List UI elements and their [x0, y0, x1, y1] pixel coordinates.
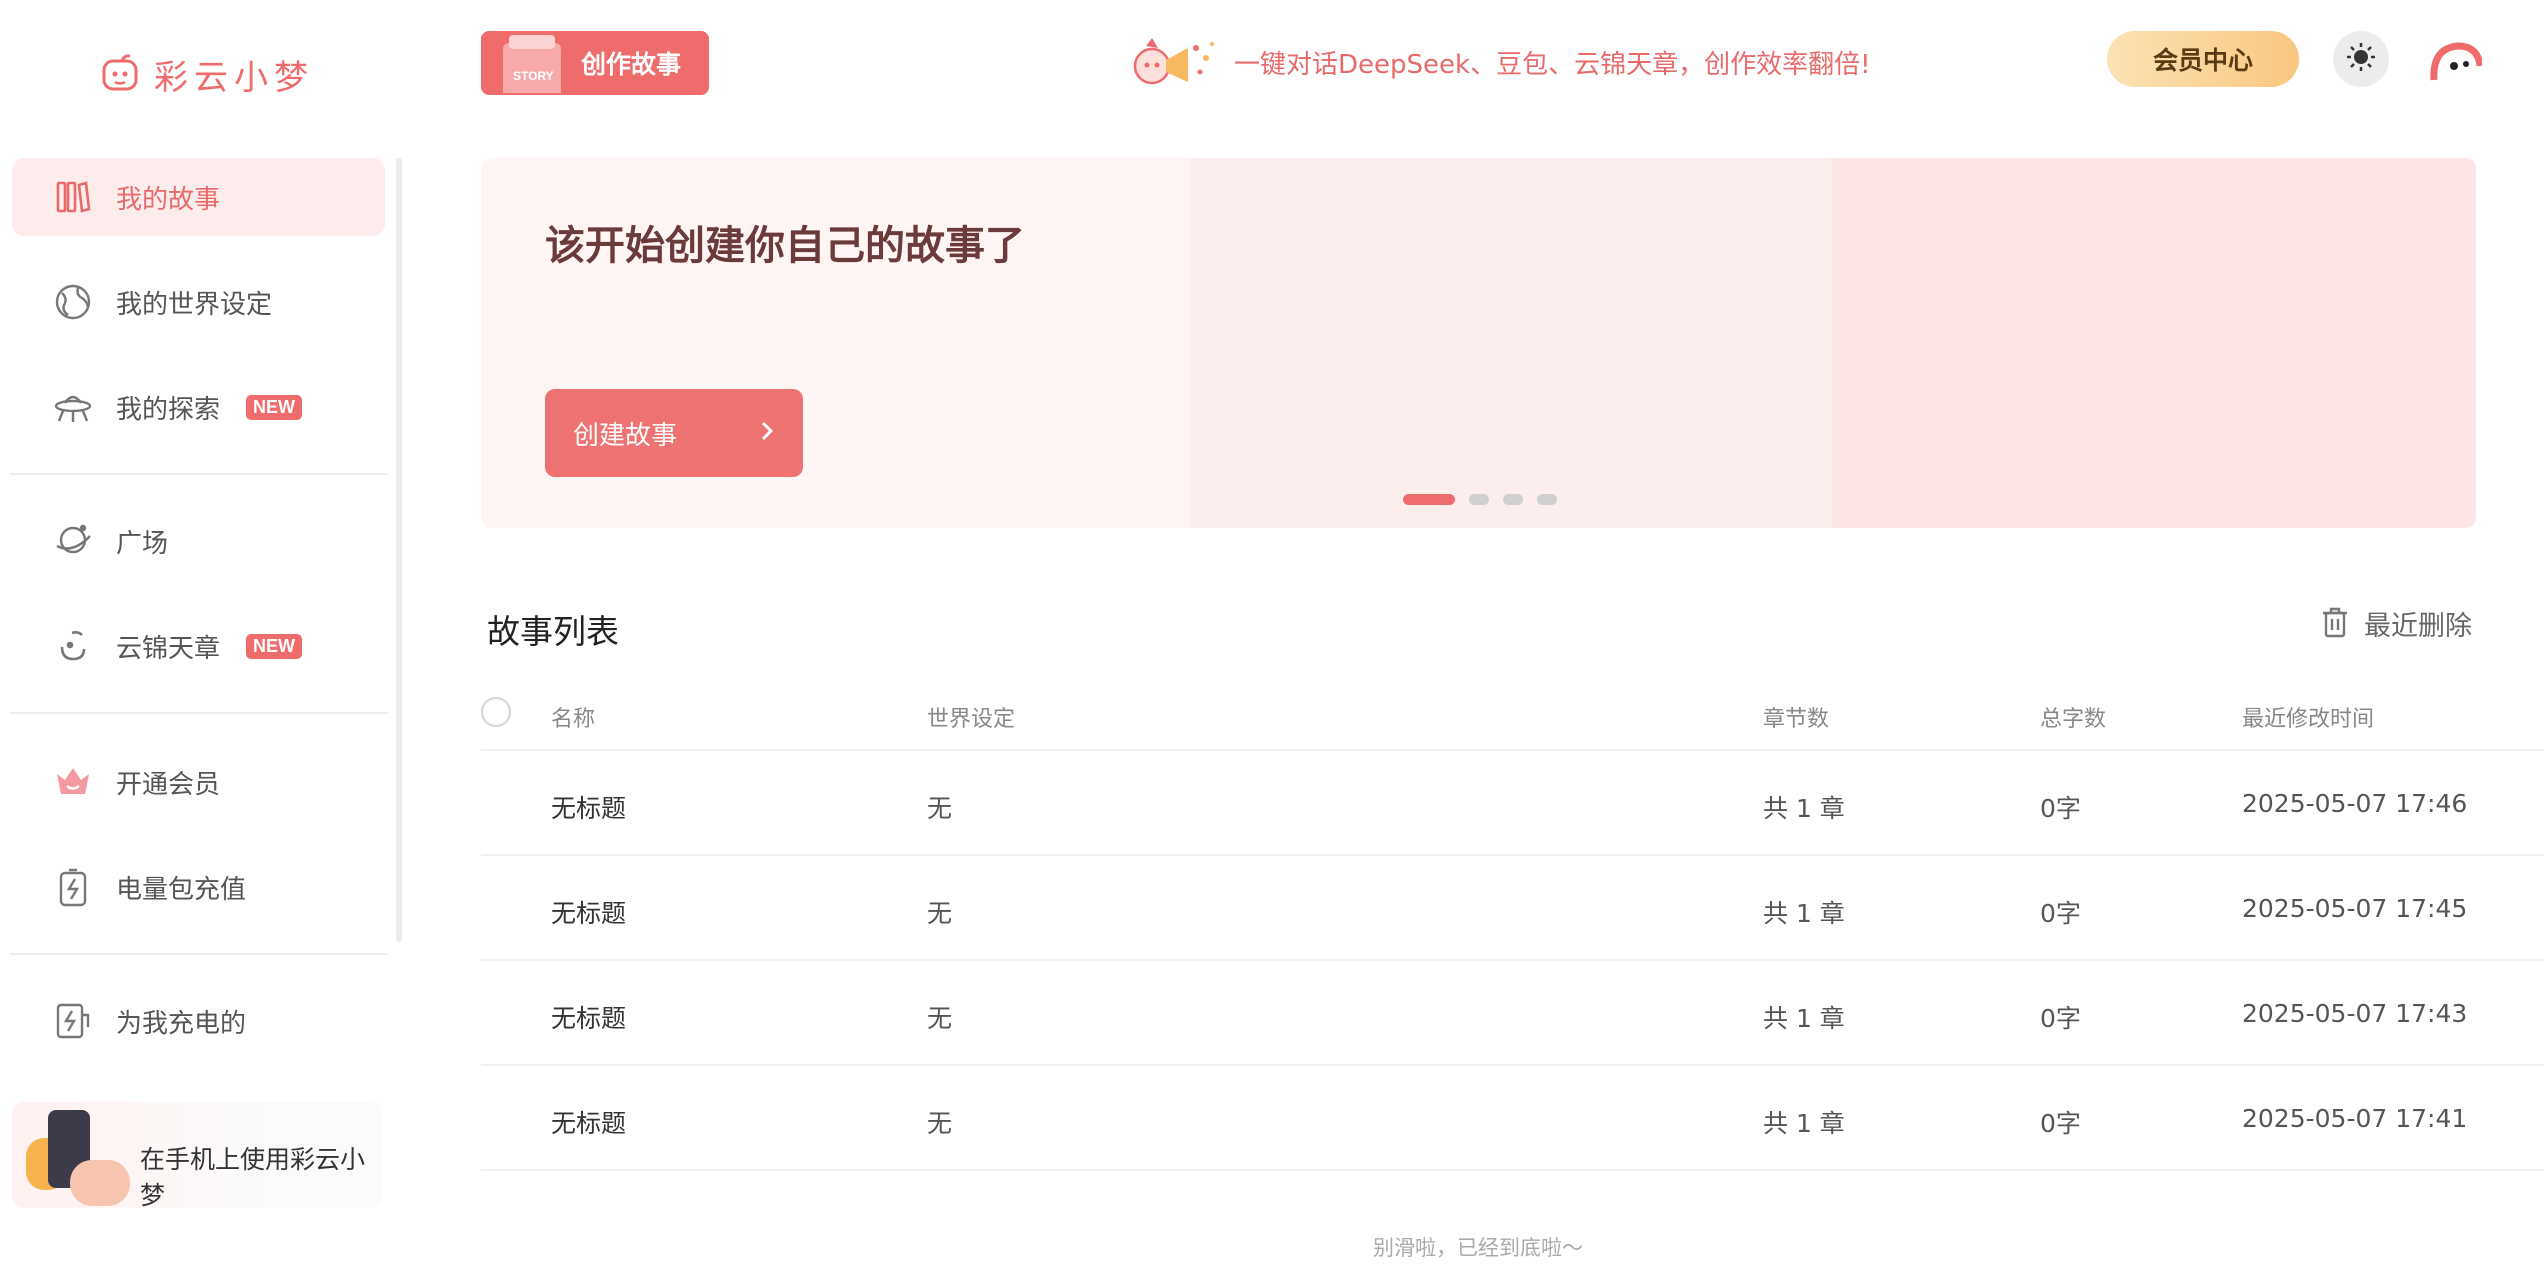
banner-title: 该开始创建你自己的故事了	[545, 223, 1025, 269]
sidebar-item-my-explore[interactable]: 我的探索 NEW	[12, 368, 385, 446]
column-header-name[interactable]: 名称	[551, 701, 595, 733]
story-chapters: 共 1 章	[1763, 899, 1845, 928]
new-badge: NEW	[246, 633, 303, 659]
sidebar-divider	[10, 712, 388, 714]
carousel-dot[interactable]	[1403, 494, 1455, 505]
sidebar-item-label: 开通会员	[116, 769, 221, 800]
story-world: 无	[927, 899, 953, 928]
create-story-label: 创作故事	[581, 50, 682, 79]
sidebar-item-label: 我的探索	[116, 394, 221, 425]
story-world: 无	[927, 794, 953, 823]
column-header-words[interactable]: 总字数	[2040, 701, 2106, 733]
sidebar-divider	[10, 953, 388, 955]
sidebar: 彩云小梦 我的故事 我的世界设定 我的探索 NEW 广场 云锦天章 NEW 开通…	[0, 0, 402, 1272]
logo-mascot-icon	[100, 53, 140, 97]
story-words: 0字	[2040, 899, 2081, 928]
story-chapters: 共 1 章	[1763, 1109, 1845, 1138]
sidebar-divider	[10, 473, 388, 475]
story-words: 0字	[2040, 1109, 2081, 1138]
table-row[interactable]: 无标题 无 共 1 章 0字 2025-05-07 17:45	[481, 856, 2544, 961]
story-tag: STORY	[513, 69, 554, 83]
column-header-chapters[interactable]: 章节数	[1763, 701, 1829, 733]
planet-icon	[52, 520, 94, 562]
sidebar-item-yunjin[interactable]: 云锦天章 NEW	[12, 607, 385, 685]
story-world: 无	[927, 1109, 953, 1138]
promo-text: 一键对话DeepSeek、豆包、云锦天章，创作效率翻倍!	[1234, 49, 1871, 80]
sidebar-item-label: 广场	[116, 528, 169, 559]
carousel-dot[interactable]	[1503, 494, 1523, 505]
crown-icon	[52, 761, 94, 803]
chevron-right-icon	[759, 420, 775, 446]
story-modified: 2025-05-07 17:41	[2242, 1104, 2468, 1133]
sidebar-item-my-stories[interactable]: 我的故事	[12, 158, 385, 236]
story-words: 0字	[2040, 794, 2081, 823]
battery-icon	[52, 866, 94, 908]
mobile-app-text: 在手机上使用彩云小梦	[140, 1145, 366, 1210]
sun-icon	[2346, 42, 2376, 76]
column-header-modified[interactable]: 最近修改时间	[2242, 701, 2374, 733]
story-list-title-text: 故事列表	[487, 612, 619, 651]
table-row[interactable]: 无标题 无 共 1 章 0字 2025-05-07 17:43	[481, 961, 2544, 1066]
theme-toggle-button[interactable]	[2333, 31, 2389, 87]
mobile-app-card[interactable]: 在手机上使用彩云小梦	[12, 1102, 382, 1210]
promo-banner[interactable]: 一键对话DeepSeek、豆包、云锦天章，创作效率翻倍!	[1130, 36, 1871, 88]
sidebar-item-chargers[interactable]: 为我充电的	[12, 982, 385, 1060]
ufo-icon	[52, 386, 94, 428]
story-words: 0字	[2040, 1004, 2081, 1033]
story-chapters: 共 1 章	[1763, 794, 1845, 823]
column-header-world[interactable]: 世界设定	[927, 701, 1015, 733]
banner-panel	[1190, 158, 1832, 528]
carousel-dots	[1403, 494, 1557, 505]
finger-illustration	[70, 1160, 130, 1206]
trash-icon	[2320, 606, 2350, 642]
sidebar-item-open-vip[interactable]: 开通会员	[12, 743, 385, 821]
table-header: 名称 世界设定 章节数 总字数 最近修改时间	[481, 683, 2544, 751]
story-name: 无标题	[551, 794, 627, 823]
books-icon	[52, 176, 94, 218]
banner-create-story-button[interactable]: 创建故事	[545, 389, 803, 477]
story-modified: 2025-05-07 17:46	[2242, 789, 2468, 818]
app-logo[interactable]: 彩云小梦	[100, 50, 314, 99]
carousel-dot[interactable]	[1537, 494, 1557, 505]
sidebar-item-recharge[interactable]: 电量包充值	[12, 848, 385, 926]
table-row[interactable]: 无标题 无 共 1 章 0字 2025-05-07 17:46	[481, 751, 2544, 856]
story-name: 无标题	[551, 1109, 627, 1138]
story-name: 无标题	[551, 1004, 627, 1033]
logo-text: 彩云小梦	[154, 58, 314, 98]
story-name: 无标题	[551, 899, 627, 928]
banner-button-label: 创建故事	[573, 420, 678, 451]
swirl-icon	[52, 625, 94, 667]
charge-icon	[52, 1000, 94, 1042]
table-row[interactable]: 无标题 无 共 1 章 0字 2025-05-07 17:41	[481, 1066, 2544, 1171]
sidebar-item-plaza[interactable]: 广场	[12, 502, 385, 580]
sidebar-scrollbar[interactable]	[396, 158, 402, 942]
story-modified: 2025-05-07 17:45	[2242, 894, 2468, 923]
mascot-megaphone-icon	[1130, 36, 1220, 88]
sidebar-item-world-settings[interactable]: 我的世界设定	[12, 263, 385, 341]
recent-delete-label: 最近删除	[2364, 611, 2472, 642]
create-story-button[interactable]: STORY 创作故事	[481, 31, 709, 95]
story-chapters: 共 1 章	[1763, 1004, 1845, 1033]
banner-panel	[1832, 158, 2476, 528]
sidebar-item-label: 云锦天章	[116, 633, 221, 664]
story-table: 名称 世界设定 章节数 总字数 最近修改时间 无标题 无 共 1 章 0字 20…	[481, 683, 2544, 1171]
sidebar-item-label: 我的故事	[116, 184, 221, 215]
story-world: 无	[927, 1004, 953, 1033]
story-modified: 2025-05-07 17:43	[2242, 999, 2468, 1028]
recent-delete-button[interactable]: 最近删除	[2320, 604, 2472, 643]
sidebar-item-label: 我的世界设定	[116, 289, 273, 320]
sidebar-item-label: 电量包充值	[116, 874, 247, 905]
carousel-dot[interactable]	[1469, 494, 1489, 505]
sidebar-item-label: 为我充电的	[116, 1008, 247, 1039]
globe-icon	[52, 281, 94, 323]
end-of-list-note: 别滑啦，已经到底啦～	[1373, 1236, 1583, 1260]
user-avatar[interactable]	[2430, 40, 2484, 86]
story-list-title: 故事列表	[481, 605, 619, 653]
story-box-icon	[503, 35, 561, 93]
select-all-checkbox[interactable]	[481, 697, 511, 727]
vip-center-button[interactable]: 会员中心	[2107, 31, 2299, 87]
new-badge: NEW	[246, 394, 303, 420]
